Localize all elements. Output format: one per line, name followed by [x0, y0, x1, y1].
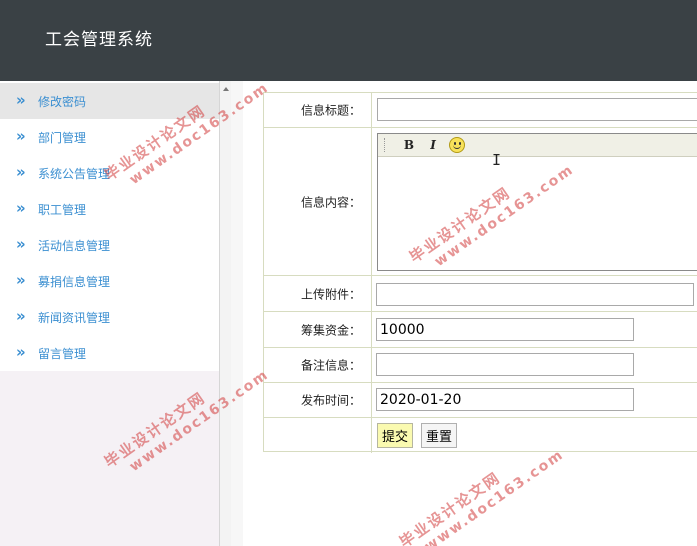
upload-input[interactable]: [376, 283, 694, 306]
reset-button[interactable]: 重置: [421, 423, 458, 448]
sidebar-filler: [0, 371, 219, 546]
app-title: 工会管理系统: [45, 30, 153, 50]
text-cursor-icon: I: [492, 151, 502, 169]
toolbar-grip: [384, 138, 386, 152]
scroll-up-arrow-icon[interactable]: [223, 87, 229, 91]
chevron-right-icon: »: [16, 343, 26, 361]
chevron-right-icon: »: [16, 199, 26, 217]
header-bar: 工会管理系统: [0, 0, 697, 81]
sidebar-item-departments[interactable]: » 部门管理: [0, 119, 219, 155]
form-row-publish-time: 发布时间：: [264, 383, 697, 418]
sidebar-item-label: 修改密码: [38, 95, 87, 109]
sidebar-item-label: 留言管理: [38, 347, 87, 361]
sidebar-item-label: 部门管理: [38, 131, 87, 145]
form-row-actions: 提交 重置: [264, 418, 697, 453]
form-row-remark: 备注信息：: [264, 348, 697, 383]
title-label: 信息标题：: [300, 103, 361, 118]
funds-input[interactable]: [376, 318, 634, 341]
sidebar-item-change-password[interactable]: » 修改密码: [0, 83, 219, 119]
page: 工会管理系统 » 修改密码 » 部门管理 » 系统公告管理 » 职工管理 » 活…: [0, 0, 697, 546]
upload-label: 上传附件：: [300, 287, 361, 301]
sidebar-item-label: 新闻资讯管理: [38, 311, 111, 325]
funds-label: 筹集资金：: [300, 323, 361, 337]
scrollbar[interactable]: [219, 81, 231, 546]
remark-input[interactable]: [376, 353, 634, 376]
chevron-right-icon: »: [16, 163, 26, 181]
remark-label: 备注信息：: [300, 358, 361, 373]
editor-toolbar: B I: [378, 134, 697, 157]
italic-button[interactable]: I: [424, 137, 442, 153]
chevron-right-icon: »: [16, 127, 26, 145]
publish-time-input[interactable]: [376, 388, 634, 411]
sidebar-item-label: 系统公告管理: [38, 167, 111, 181]
sidebar-item-messages[interactable]: » 留言管理: [0, 335, 219, 371]
sidebar-item-label: 职工管理: [38, 203, 87, 217]
sidebar-item-announcements[interactable]: » 系统公告管理: [0, 155, 219, 191]
smiley-icon[interactable]: [449, 137, 465, 153]
sidebar-item-donations[interactable]: » 募捐信息管理: [0, 263, 219, 299]
info-form: 信息标题： 信息内容： B I 上传附件： 筹集资金： 10000 备注信息： …: [263, 92, 697, 453]
bold-button[interactable]: B: [400, 137, 418, 153]
content-label: 信息内容：: [300, 195, 361, 209]
form-row-upload: 上传附件：: [264, 276, 697, 312]
sidebar-item-employees[interactable]: » 职工管理: [0, 191, 219, 227]
sidebar: » 修改密码 » 部门管理 » 系统公告管理 » 职工管理 » 活动信息管理 »…: [0, 81, 219, 371]
title-input[interactable]: [377, 98, 697, 121]
submit-button[interactable]: 提交: [377, 423, 414, 448]
sidebar-item-label: 活动信息管理: [38, 239, 111, 253]
content-gutter: [231, 81, 243, 546]
publish-time-label: 发布时间：: [300, 393, 361, 408]
form-row-content: 信息内容： B I: [264, 128, 697, 276]
chevron-right-icon: »: [16, 271, 26, 289]
form-row-funds: 筹集资金：: [264, 312, 697, 348]
sidebar-item-activities[interactable]: » 活动信息管理: [0, 227, 219, 263]
sidebar-item-label: 募捐信息管理: [38, 275, 111, 289]
chevron-right-icon: »: [16, 235, 26, 253]
chevron-right-icon: »: [16, 307, 26, 325]
chevron-right-icon: »: [16, 91, 26, 109]
sidebar-item-news[interactable]: » 新闻资讯管理: [0, 299, 219, 335]
rich-text-editor[interactable]: B I: [377, 133, 697, 271]
form-row-title: 信息标题：: [264, 93, 697, 128]
